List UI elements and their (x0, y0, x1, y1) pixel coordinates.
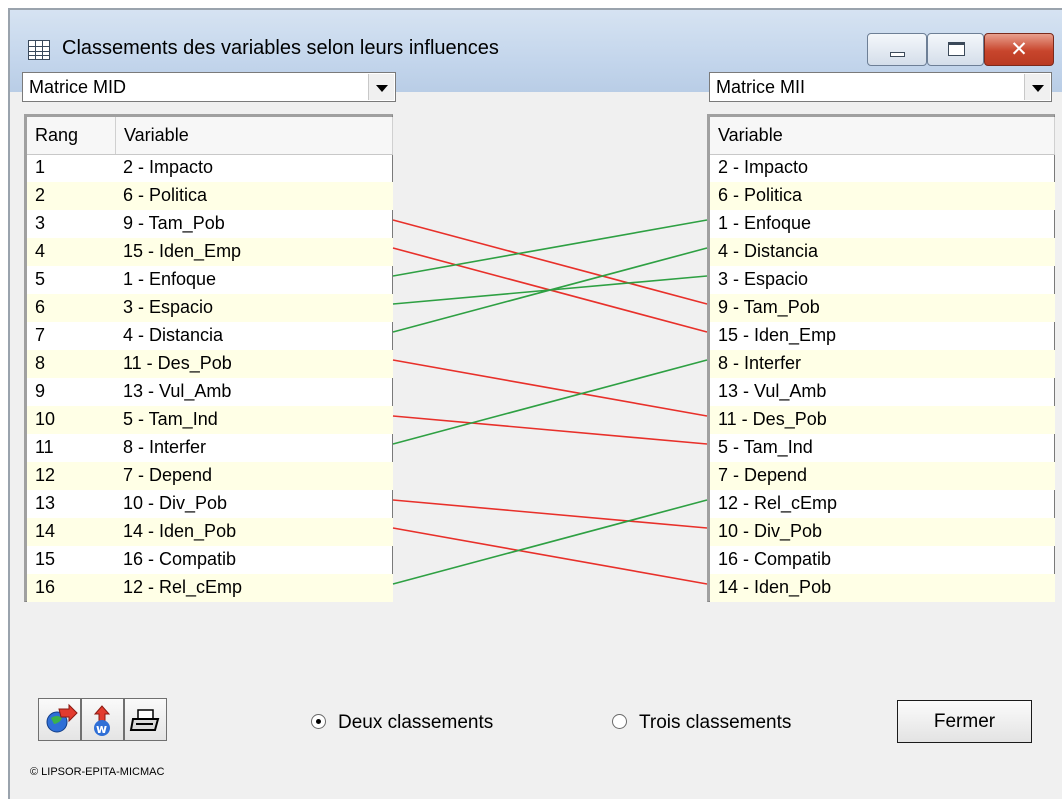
radio-label-deux: Deux classements (338, 712, 494, 733)
print-button[interactable] (124, 698, 167, 741)
rank-change-line (392, 219, 708, 305)
ranking-connection-lines (392, 219, 708, 585)
radio-label-trois: Trois classements (639, 712, 792, 733)
radio-indicator[interactable] (311, 714, 326, 729)
copyright-text: © LIPSOR-EPITA-MICMAC (30, 766, 165, 778)
word-export-button[interactable]: w (81, 698, 124, 741)
rank-change-line (392, 499, 708, 529)
rank-change-line (392, 499, 708, 585)
radio-indicator[interactable] (612, 714, 627, 729)
rank-change-line (392, 527, 708, 585)
export-globe-icon (46, 703, 78, 733)
word-export-icon: w (93, 705, 111, 736)
rank-change-line (392, 219, 708, 277)
rank-change-line (392, 359, 708, 417)
rank-change-line (392, 415, 708, 445)
fermer-button[interactable]: Fermer (897, 700, 1032, 743)
export-button[interactable] (38, 698, 81, 741)
svg-text:w: w (96, 722, 107, 736)
rank-change-line (392, 359, 708, 445)
print-icon (129, 709, 160, 731)
